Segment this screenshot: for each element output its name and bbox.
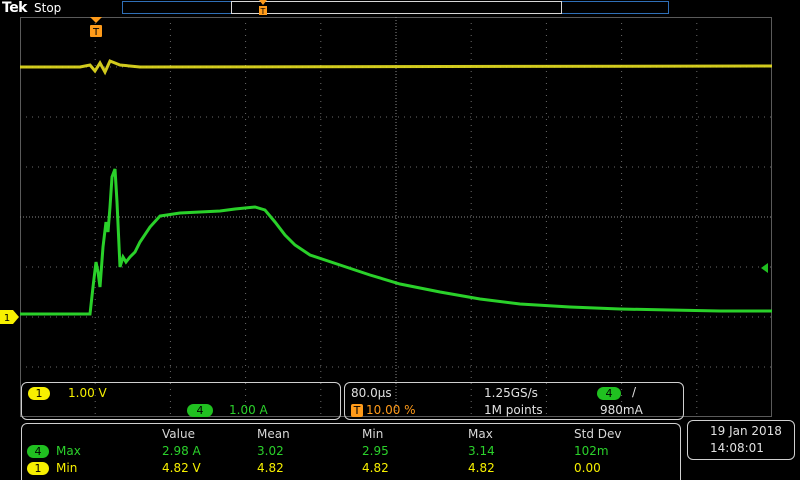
ch1-ground-marker-icon[interactable]: 1 bbox=[0, 309, 20, 325]
trigger-level[interactable]: 980mA bbox=[600, 403, 643, 417]
trigger-slope-icon[interactable]: / bbox=[632, 385, 636, 399]
trigger-position-badge[interactable]: T bbox=[351, 404, 363, 417]
record-view-window[interactable] bbox=[231, 1, 562, 14]
trigger-level-icon[interactable] bbox=[759, 262, 769, 274]
ch4-scale[interactable]: 1.00 A bbox=[229, 403, 268, 417]
ch1-ground-marker-label: 1 bbox=[4, 313, 10, 324]
row-ch1-badge[interactable]: 1 bbox=[27, 462, 49, 475]
status-bar: Tek Stop T bbox=[0, 0, 800, 17]
row-ch1-name: Min bbox=[56, 461, 78, 475]
date: 19 Jan 2018 bbox=[710, 424, 782, 438]
ch1-badge[interactable]: 1 bbox=[28, 387, 50, 400]
table-cell: 3.14 bbox=[468, 444, 495, 458]
column-header: Mean bbox=[257, 427, 290, 441]
table-cell: 4.82 bbox=[362, 461, 389, 475]
horizontal-scale[interactable]: 80.0µs bbox=[351, 386, 392, 400]
time: 14:08:01 bbox=[710, 441, 764, 455]
table-cell: 4.82 bbox=[257, 461, 284, 475]
table-cell: 0.00 bbox=[574, 461, 601, 475]
table-cell: 2.98 A bbox=[162, 444, 201, 458]
ch1-scale[interactable]: 1.00 V bbox=[68, 386, 107, 400]
column-header: Min bbox=[362, 427, 384, 441]
column-header: Value bbox=[162, 427, 195, 441]
table-cell: 102m bbox=[574, 444, 609, 458]
trigger-marker-icon[interactable]: T bbox=[89, 17, 103, 39]
measurements-table[interactable]: Value Mean Min Max Std Dev 4 Max 2.98 A … bbox=[21, 423, 681, 480]
channel-scale-box[interactable]: 1 1.00 V 4 1.00 A bbox=[21, 382, 341, 420]
graticule bbox=[20, 17, 773, 417]
record-length: 1M points bbox=[484, 403, 543, 417]
trigger-position-icon: T bbox=[259, 0, 267, 16]
run-state[interactable]: Stop bbox=[34, 1, 61, 15]
trigger-source-badge[interactable]: 4 bbox=[597, 387, 621, 400]
table-cell: 3.02 bbox=[257, 444, 284, 458]
trigger-marker-label: T bbox=[92, 27, 100, 38]
table-cell: 4.82 V bbox=[162, 461, 201, 475]
waveform-display[interactable] bbox=[20, 17, 773, 417]
table-cell: 2.95 bbox=[362, 444, 389, 458]
column-header: Std Dev bbox=[574, 427, 622, 441]
row-ch4-name: Max bbox=[56, 444, 81, 458]
svg-text:T: T bbox=[260, 7, 266, 16]
table-cell: 4.82 bbox=[468, 461, 495, 475]
datetime-box[interactable]: 19 Jan 2018 14:08:01 bbox=[687, 420, 795, 460]
timebase-box[interactable]: 80.0µs 1.25GS/s 4 / T 10.00 % 1M points … bbox=[344, 382, 684, 420]
ch4-badge[interactable]: 4 bbox=[187, 404, 213, 417]
ch4-trace bbox=[20, 168, 772, 316]
column-header: Max bbox=[468, 427, 493, 441]
row-ch4-badge[interactable]: 4 bbox=[27, 445, 49, 458]
brand-logo: Tek bbox=[2, 0, 28, 16]
trigger-position[interactable]: 10.00 % bbox=[366, 403, 416, 417]
sample-rate: 1.25GS/s bbox=[484, 386, 538, 400]
